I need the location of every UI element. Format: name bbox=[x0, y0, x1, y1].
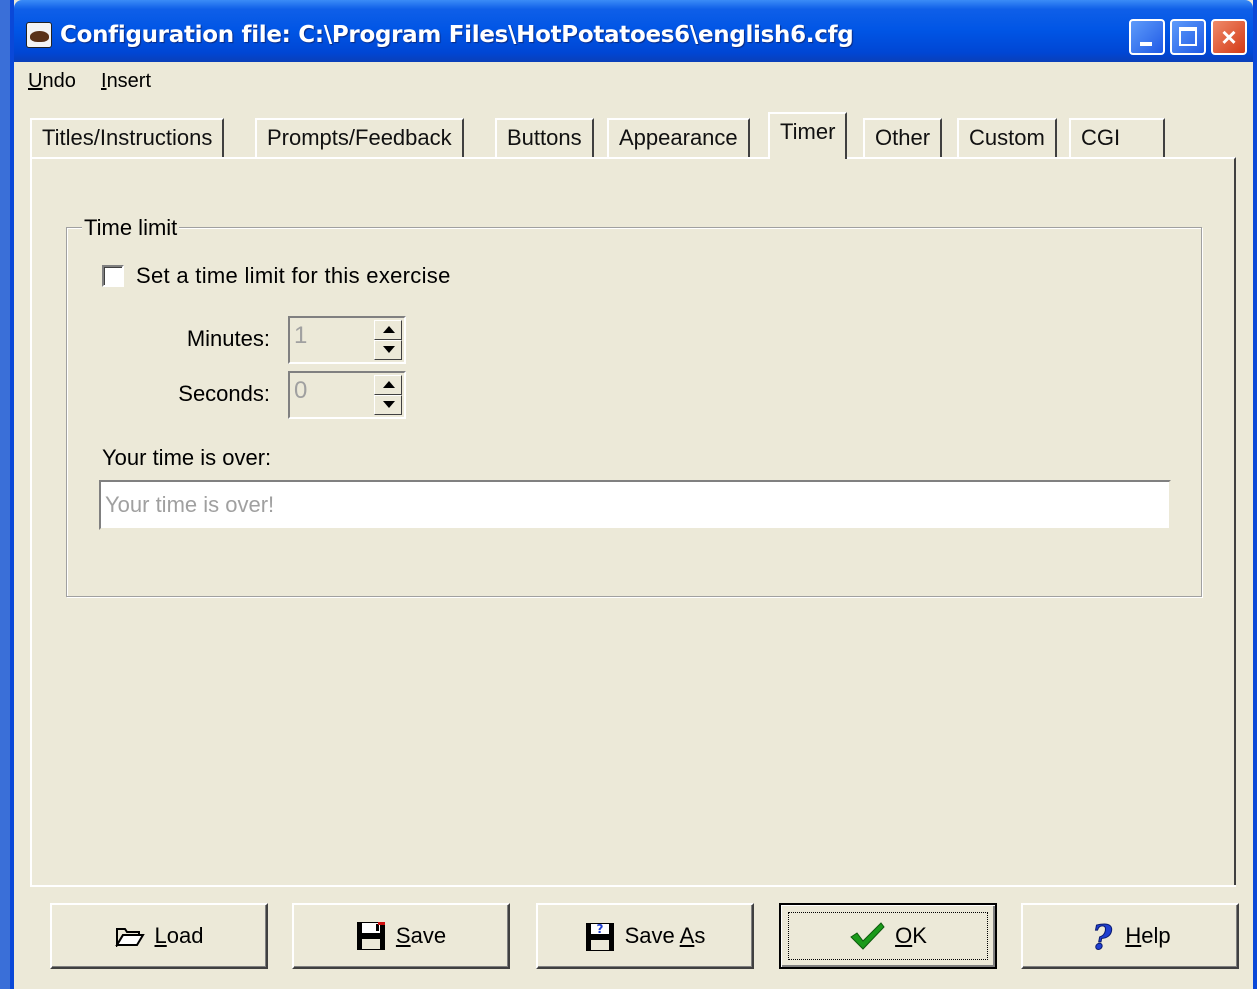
folder-open-icon bbox=[114, 925, 145, 947]
focus-rectangle bbox=[788, 912, 988, 960]
window-title: Configuration file: C:\Program Files\Hot… bbox=[60, 22, 854, 48]
minutes-value: 1 bbox=[294, 322, 308, 349]
arrow-up-icon bbox=[383, 326, 395, 333]
close-icon: × bbox=[1221, 22, 1237, 52]
arrow-up-icon bbox=[383, 381, 395, 388]
tab-custom[interactable]: Custom bbox=[957, 118, 1057, 158]
maximize-button[interactable] bbox=[1170, 19, 1206, 55]
close-button[interactable]: × bbox=[1211, 19, 1247, 55]
time-limit-group-title: Time limit bbox=[82, 215, 180, 241]
bottom-separator bbox=[30, 885, 1236, 887]
seconds-spinner[interactable]: 0 bbox=[288, 371, 406, 419]
minimize-button[interactable] bbox=[1129, 19, 1165, 55]
menu-bar: Undo Insert bbox=[14, 62, 1253, 100]
tab-timer[interactable]: Timer bbox=[768, 112, 848, 159]
seconds-label: Seconds: bbox=[178, 381, 270, 406]
hot-potatoes-app-icon bbox=[26, 22, 52, 48]
tab-strip: Titles/Instructions Prompts/Feedback But… bbox=[30, 110, 1180, 159]
save-as-button[interactable]: ? Save As bbox=[536, 903, 754, 969]
maximize-icon bbox=[1179, 27, 1197, 46]
checkmark-icon bbox=[849, 921, 885, 951]
tab-other[interactable]: Other bbox=[863, 118, 943, 158]
svg-text:?: ? bbox=[1092, 919, 1113, 953]
arrow-down-icon bbox=[383, 346, 395, 353]
arrow-down-icon bbox=[383, 401, 395, 408]
title-bar[interactable]: Configuration file: C:\Program Files\Hot… bbox=[14, 0, 1253, 62]
time-over-label: Your time is over: bbox=[102, 445, 272, 470]
svg-text:?: ? bbox=[596, 922, 603, 936]
menu-insert[interactable]: Insert bbox=[101, 70, 151, 93]
tab-cgi[interactable]: CGI bbox=[1069, 118, 1165, 158]
minutes-spinner[interactable]: 1 bbox=[288, 316, 406, 364]
load-button[interactable]: Load bbox=[50, 903, 268, 969]
ok-button[interactable]: OK bbox=[779, 903, 997, 969]
help-question-icon: ? bbox=[1089, 919, 1115, 953]
seconds-up-button[interactable] bbox=[374, 375, 402, 395]
seconds-value: 0 bbox=[294, 377, 308, 404]
time-limit-checkbox-label[interactable]: Set a time limit for this exercise bbox=[136, 263, 451, 289]
minimize-icon bbox=[1140, 42, 1152, 46]
tab-titles-instructions[interactable]: Titles/Instructions bbox=[30, 118, 225, 158]
config-window: Configuration file: C:\Program Files\Hot… bbox=[10, 0, 1257, 989]
time-limit-checkbox[interactable] bbox=[102, 265, 124, 287]
save-button[interactable]: Save bbox=[292, 903, 510, 969]
tab-prompts-feedback[interactable]: Prompts/Feedback bbox=[255, 118, 464, 158]
tab-appearance[interactable]: Appearance bbox=[607, 118, 750, 158]
minutes-down-button[interactable] bbox=[374, 340, 402, 360]
seconds-down-button[interactable] bbox=[374, 395, 402, 415]
time-over-input[interactable] bbox=[99, 480, 1171, 530]
menu-undo[interactable]: Undo bbox=[28, 70, 76, 93]
minutes-label: Minutes: bbox=[186, 326, 270, 351]
floppy-disk-icon bbox=[356, 921, 386, 951]
save-as-icon: ? bbox=[585, 920, 615, 952]
tab-buttons[interactable]: Buttons bbox=[495, 118, 594, 158]
minutes-up-button[interactable] bbox=[374, 320, 402, 340]
help-button[interactable]: ? Help bbox=[1021, 903, 1239, 969]
